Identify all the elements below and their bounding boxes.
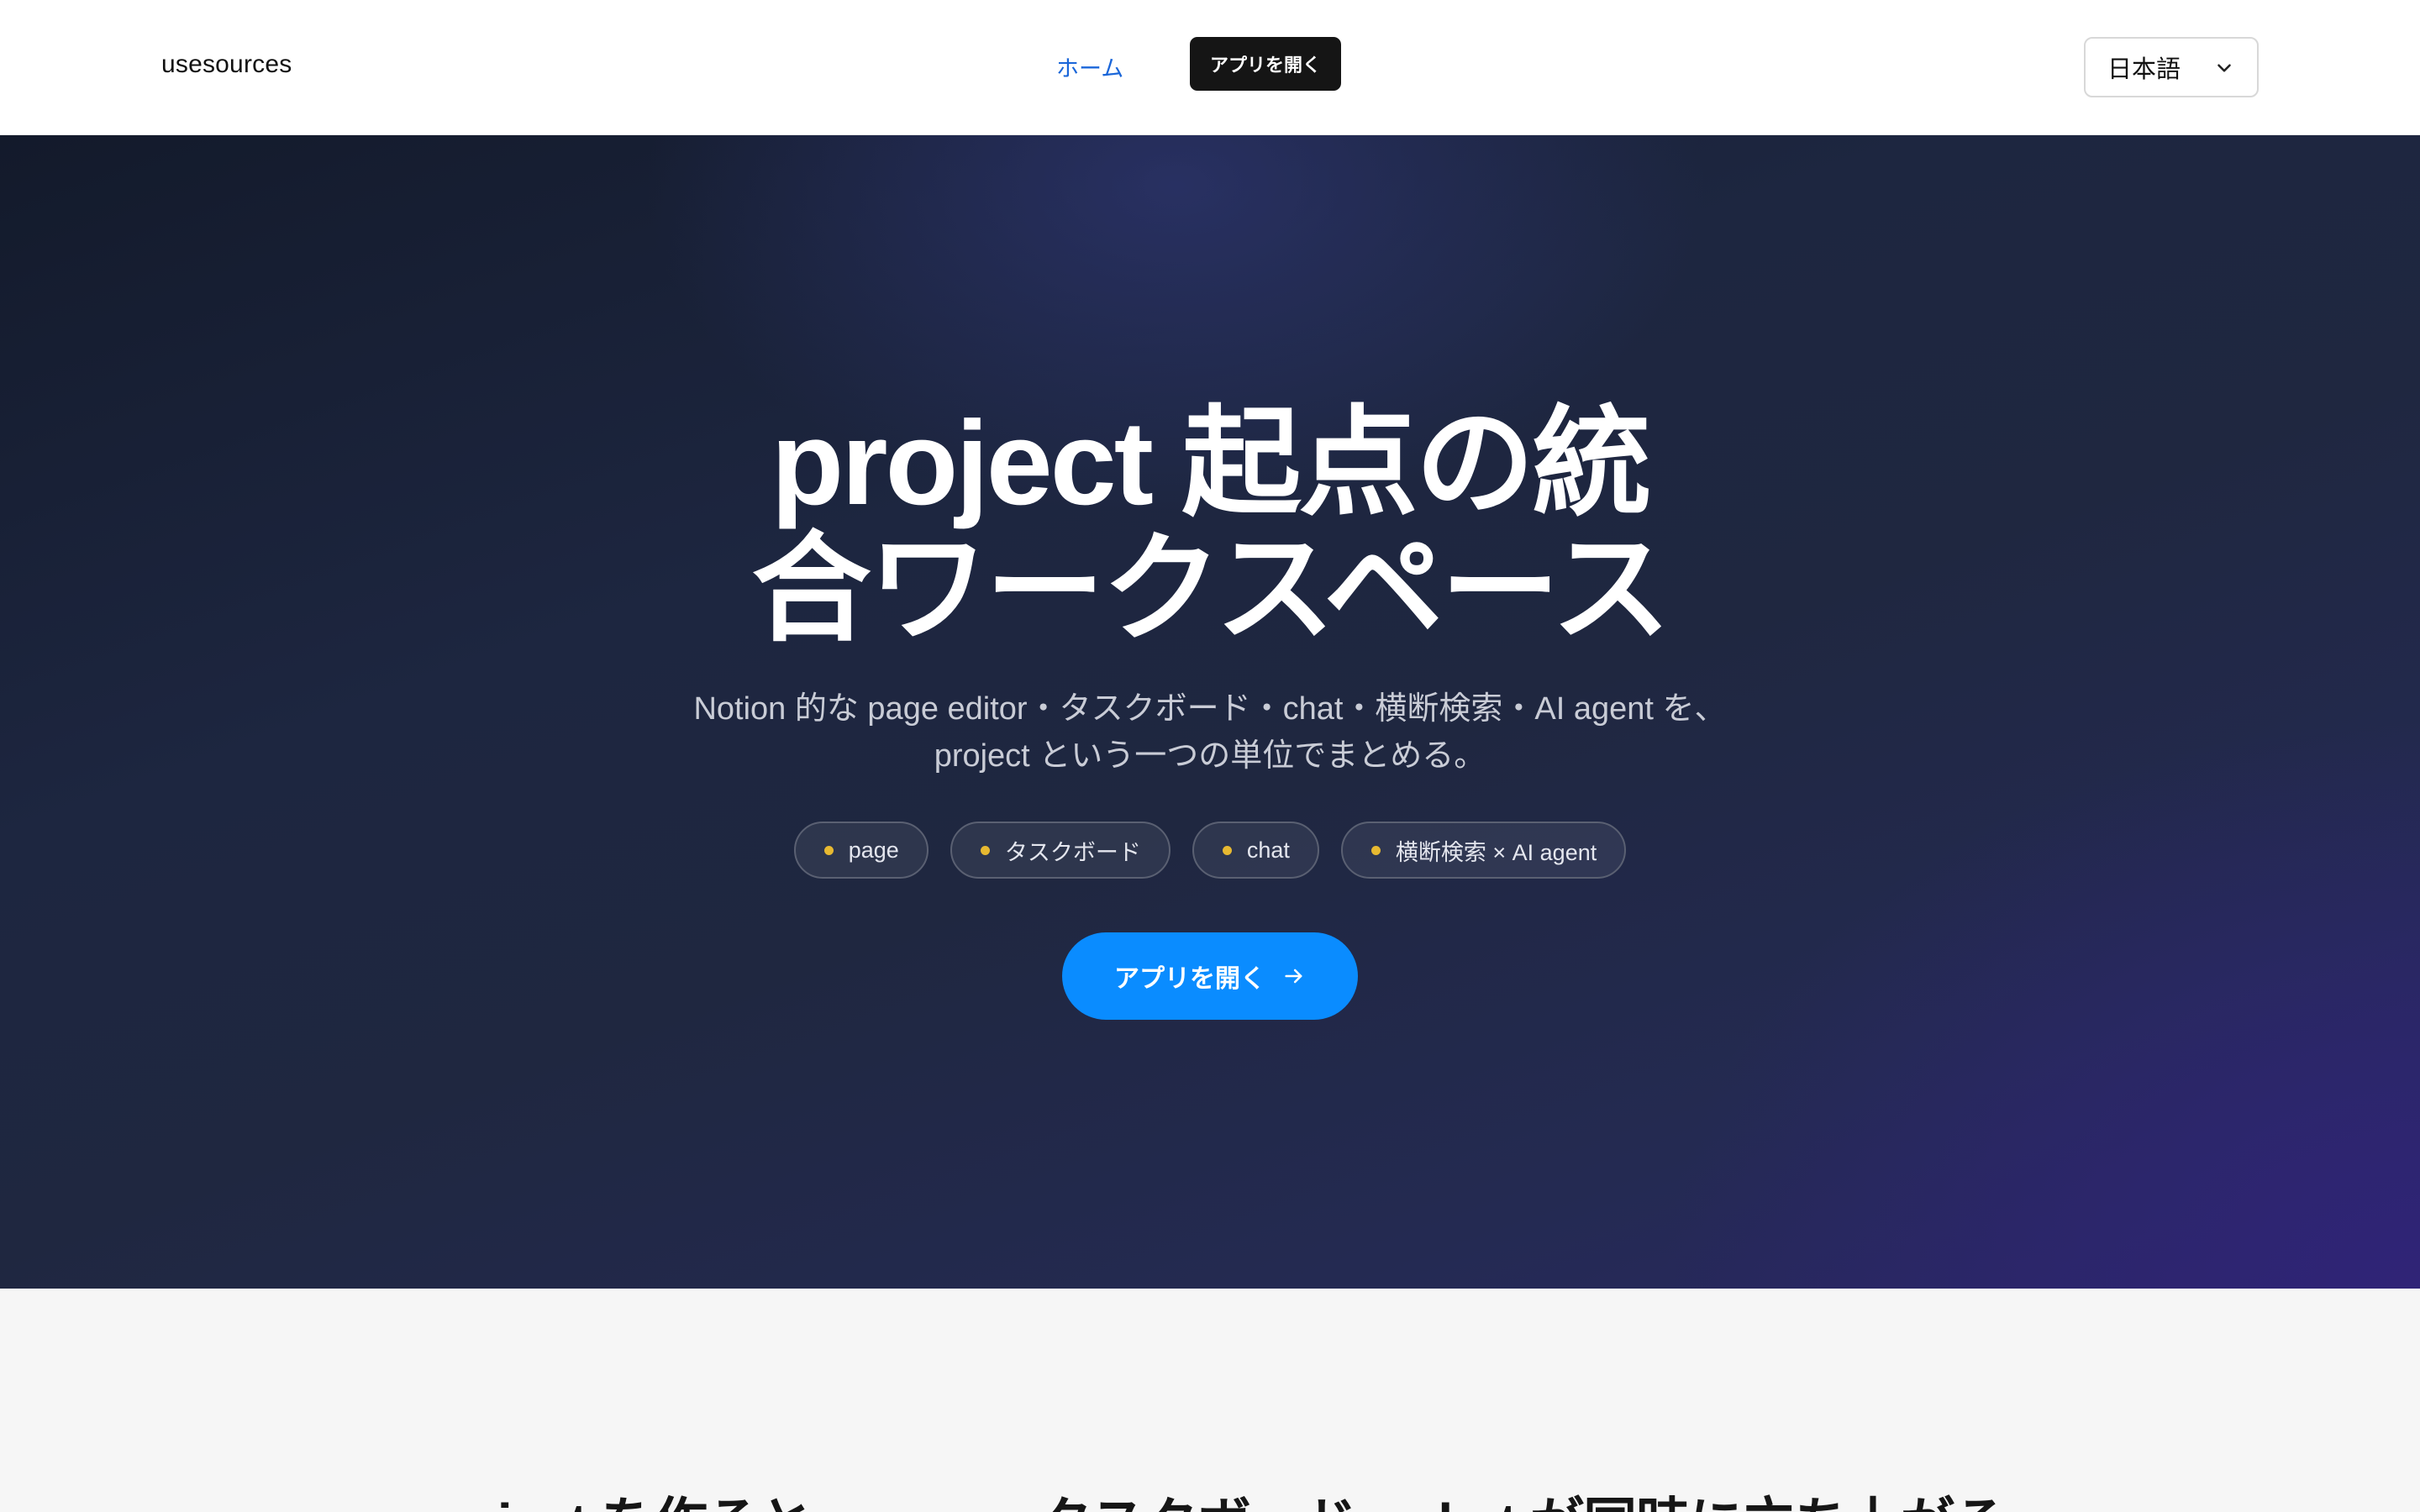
chevron-down-icon (2217, 64, 2231, 72)
pill-label: タスクボード (1004, 839, 1141, 865)
language-select-value: 日本語 (2107, 56, 2181, 83)
hero-title-line-1: project 起点の統 (771, 396, 1652, 530)
open-app-button-hero[interactable]: アプリを開く (1062, 932, 1358, 1020)
feature-pills: page タスクボード chat 横断検索 × AI agent (0, 822, 2420, 879)
cta-label: アプリを開く (1114, 965, 1265, 993)
hero-section: project 起点の統 合ワークスペース Notion 的な page edi… (0, 135, 2420, 1289)
hero-title-line-2: 合ワークスペース (751, 522, 1671, 656)
pill-dot-icon (980, 845, 990, 855)
hero-subtitle: Notion 的な page editor・タスクボード・chat・横断検索・A… (0, 685, 2420, 780)
feature-pill-search-ai: 横断検索 × AI agent (1340, 822, 1627, 879)
feature-pill-chat: chat (1192, 822, 1319, 879)
pill-dot-icon (1222, 845, 1232, 855)
feature-pill-page: page (793, 822, 929, 879)
pill-dot-icon (823, 845, 834, 855)
arrow-right-icon (1285, 969, 1302, 984)
hero-subtitle-line-2: project という一つの単位でまとめる。 (934, 738, 1486, 774)
site-logo[interactable]: usesources (161, 50, 292, 79)
pill-label: page (848, 837, 899, 863)
hero-title: project 起点の統 合ワークスペース (0, 401, 2420, 653)
pill-label: chat (1246, 837, 1290, 863)
site-header: usesources ホーム アプリを開く 日本語 (0, 0, 2420, 135)
language-select[interactable]: 日本語 (2084, 37, 2259, 97)
features-section: project を作ると、page・タスクボード・chat が同時に立ち上がる (0, 1289, 2420, 1512)
features-section-title: project を作ると、page・タスクボード・chat が同時に立ち上がる (0, 1480, 2420, 1512)
nav-link-home[interactable]: ホーム (1056, 50, 1123, 83)
page: usesources ホーム アプリを開く 日本語 project 起点の統 合… (0, 0, 2420, 1512)
hero-subtitle-line-1: Notion 的な page editor・タスクボード・chat・横断検索・A… (693, 691, 1727, 727)
pill-label: 横断検索 × AI agent (1395, 839, 1597, 865)
open-app-button-header[interactable]: アプリを開く (1190, 37, 1341, 91)
feature-pill-taskboard: タスクボード (950, 822, 1171, 879)
pill-dot-icon (1370, 845, 1381, 855)
